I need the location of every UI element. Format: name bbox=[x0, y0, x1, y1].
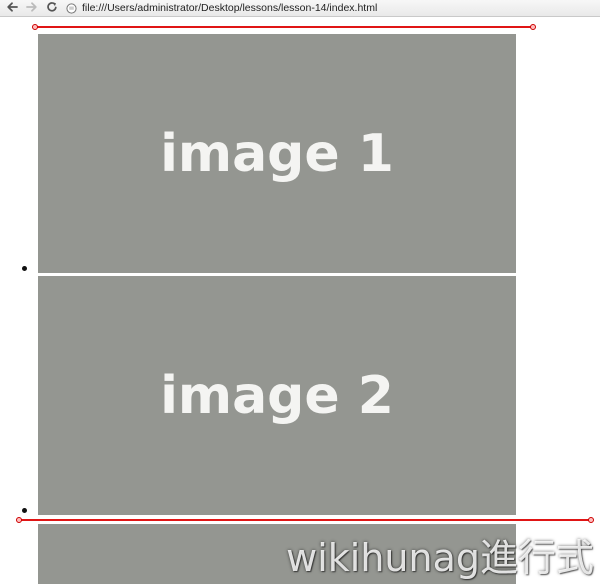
reload-button[interactable] bbox=[44, 0, 60, 16]
forward-arrow-icon bbox=[26, 1, 38, 16]
watermark: wikihunag進行式 bbox=[286, 536, 594, 580]
forward-button[interactable] bbox=[24, 0, 40, 16]
image-placeholder-2: image 2 bbox=[38, 276, 516, 515]
image-placeholder-1: image 1 bbox=[38, 34, 516, 273]
measure-line-end-handle bbox=[588, 517, 594, 523]
url-text[interactable]: file:///Users/administrator/Desktop/less… bbox=[82, 2, 377, 14]
file-page-icon bbox=[66, 2, 77, 14]
page-viewport: image 1 image 2 wikihunag進行式 bbox=[0, 17, 600, 584]
address-bar[interactable]: file:///Users/administrator/Desktop/less… bbox=[66, 0, 377, 16]
back-arrow-icon bbox=[6, 1, 18, 16]
image-label-1: image 1 bbox=[160, 123, 394, 184]
measure-line-end-handle bbox=[530, 24, 536, 30]
measure-line-start-handle bbox=[16, 517, 22, 523]
measure-line-start-handle bbox=[32, 24, 38, 30]
browser-toolbar: file:///Users/administrator/Desktop/less… bbox=[0, 0, 600, 17]
image-label-2: image 2 bbox=[160, 365, 394, 426]
list-bullet-1 bbox=[22, 266, 27, 271]
reload-icon bbox=[46, 1, 58, 16]
list-bullet-2 bbox=[22, 508, 27, 513]
measure-line-bottom bbox=[16, 517, 594, 523]
measure-line-top bbox=[32, 24, 536, 30]
back-button[interactable] bbox=[4, 0, 20, 16]
